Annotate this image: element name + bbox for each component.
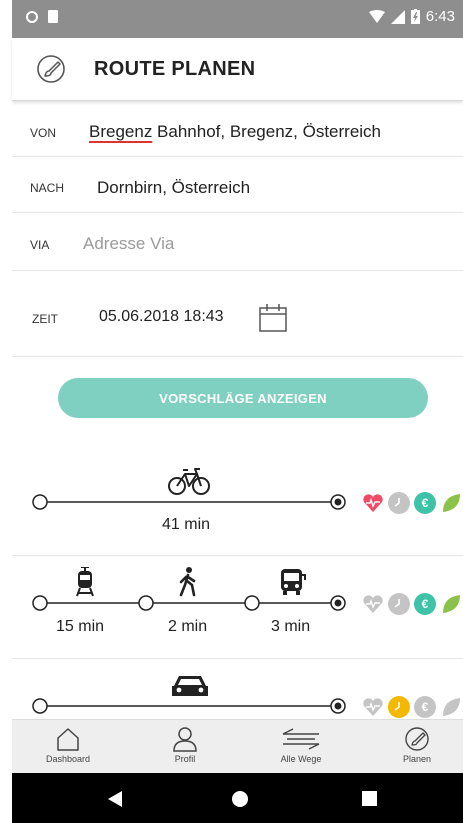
car-icon [172, 676, 208, 696]
via-row[interactable]: VIA Adresse Via [12, 212, 463, 271]
nav-label: Profil [174, 754, 196, 764]
clock-icon [388, 593, 410, 615]
page-title: ROUTE PLANEN [94, 58, 256, 80]
show-suggestions-button[interactable]: VORSCHLÄGE ANZEIGEN [58, 378, 428, 418]
nav-planen[interactable]: Planen [377, 726, 457, 764]
via-label: VIA [30, 238, 50, 252]
leaf-icon [440, 492, 462, 514]
notification-dot-icon [26, 10, 38, 23]
brush-icon[interactable] [36, 54, 66, 84]
time-label: ZEIT [32, 312, 58, 326]
via-field[interactable]: Adresse Via [83, 234, 174, 254]
route-car[interactable]: € [12, 658, 463, 719]
duration-label: 41 min [162, 516, 211, 533]
recents-icon[interactable] [362, 791, 377, 806]
nav-dashboard[interactable]: Dashboard [28, 726, 108, 764]
brush-icon [405, 727, 429, 751]
euro-icon: € [414, 593, 436, 615]
battery-icon [410, 9, 420, 24]
user-icon [173, 727, 197, 752]
leaf-icon [440, 696, 462, 718]
euro-icon: € [414, 492, 436, 514]
to-field[interactable]: Dornbirn, Österreich [97, 178, 250, 198]
wifi-icon [368, 9, 385, 23]
train-icon [76, 567, 94, 597]
route-transit[interactable]: 15 min 2 min 3 min € [12, 555, 463, 659]
duration-label: 3 min [271, 618, 311, 635]
nav-profil[interactable]: Profil [145, 726, 225, 764]
time-row[interactable]: ZEIT 05.06.2018 18:43 [12, 270, 463, 357]
spellcheck-word: Bregenz [89, 122, 153, 141]
app-bar: ROUTE PLANEN [12, 38, 463, 101]
euro-icon: € [414, 696, 436, 718]
heart-icon [362, 492, 384, 514]
nav-label: Alle Wege [280, 754, 322, 764]
bottom-nav: Dashboard Profil Alle Wege Planen [12, 719, 463, 774]
calendar-icon[interactable] [258, 303, 288, 333]
rating-badges: € [362, 593, 462, 615]
walk-icon [179, 567, 196, 597]
clock-icon [388, 696, 410, 718]
nav-label: Dashboard [45, 754, 91, 764]
route-bike[interactable]: 41 min € [12, 452, 463, 556]
to-label: NACH [30, 181, 65, 195]
bicycle-icon [168, 468, 210, 495]
heart-icon [362, 696, 384, 718]
time-field[interactable]: 05.06.2018 18:43 [99, 308, 224, 326]
heart-icon [362, 593, 384, 615]
status-bar: 6:43 [12, 0, 463, 38]
duration-label: 2 min [168, 618, 208, 635]
from-row[interactable]: VON Bregenz Bahnhof, Bregenz, Österreich [12, 102, 463, 157]
bus-icon [281, 569, 306, 595]
clock-time: 6:43 [425, 8, 455, 25]
to-row[interactable]: NACH Dornbirn, Österreich [12, 156, 463, 213]
home-circle-icon[interactable] [231, 790, 249, 808]
back-icon[interactable] [108, 791, 122, 807]
system-nav-bar [12, 773, 463, 823]
nav-alle-wege[interactable]: Alle Wege [261, 726, 341, 764]
clock-icon [388, 492, 410, 514]
from-field[interactable]: Bregenz Bahnhof, Bregenz, Österreich [89, 122, 381, 142]
rating-badges: € [362, 492, 462, 514]
home-icon [57, 728, 79, 751]
from-label: VON [30, 126, 57, 140]
routes-icon [282, 728, 320, 750]
leaf-icon [440, 593, 462, 615]
duration-label: 15 min [56, 618, 105, 635]
rating-badges: € [362, 696, 462, 718]
sd-card-icon [48, 10, 58, 23]
signal-icon [390, 9, 405, 24]
nav-label: Planen [402, 754, 432, 764]
